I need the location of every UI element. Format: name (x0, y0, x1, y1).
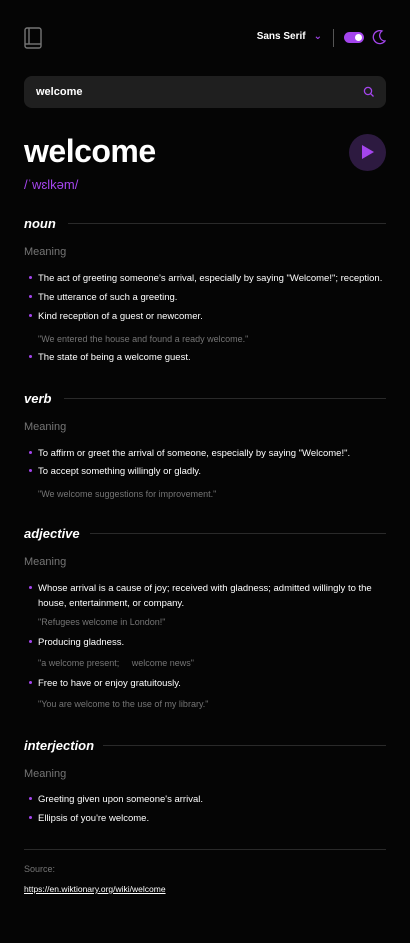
pos-divider (64, 398, 386, 399)
definition-example: "a welcome present; welcome news" (38, 658, 194, 668)
bullet (29, 681, 32, 684)
play-icon (362, 145, 374, 159)
definition: Kind reception of a guest or newcomer. (38, 311, 203, 322)
definition: To accept something willingly or gladly. (38, 466, 201, 477)
pos-divider (90, 533, 386, 534)
play-button[interactable] (349, 134, 386, 171)
definition: Whose arrival is a cause of joy; receive… (38, 583, 372, 609)
bullet (29, 640, 32, 643)
definition: Ellipsis of you're welcome. (38, 813, 150, 824)
toggle-knob (355, 34, 362, 41)
phonetic: /ˈwɛlkəm/ (24, 177, 79, 192)
pos-heading: noun (24, 216, 56, 231)
meaning-label: Meaning (24, 768, 67, 780)
definition: Greeting given upon someone's arrival. (38, 794, 203, 805)
meaning-label: Meaning (24, 246, 67, 258)
source-link[interactable]: https://en.wiktionary.org/wiki/welcome (24, 884, 166, 894)
header: Sans Serif ⌄ (24, 27, 386, 51)
bullet (29, 816, 32, 819)
theme-toggle[interactable] (344, 32, 364, 43)
pos-heading: verb (24, 391, 52, 406)
chevron-down-icon: ⌄ (313, 30, 322, 42)
source-divider (24, 849, 386, 850)
definition-example: "You are welcome to the use of my librar… (38, 699, 209, 709)
bullet (29, 469, 32, 472)
definition: The act of greeting someone’s arrival, e… (38, 273, 383, 284)
search-icon[interactable] (363, 86, 375, 98)
bullet (29, 276, 32, 279)
meaning-label: Meaning (24, 421, 67, 433)
pos-divider (68, 223, 386, 224)
definition: The state of being a welcome guest. (38, 352, 191, 363)
pos-heading: interjection (24, 738, 95, 753)
font-selector[interactable]: Sans Serif ⌄ (257, 31, 322, 42)
definition: To affirm or greet the arrival of someon… (38, 448, 351, 459)
bullet (29, 451, 32, 454)
moon-icon (372, 29, 386, 45)
bullet (29, 314, 32, 317)
definition: Free to have or enjoy gratuitously. (38, 678, 181, 689)
bullet (29, 295, 32, 298)
font-selector-label: Sans Serif (256, 31, 306, 42)
book-icon[interactable] (24, 27, 42, 49)
header-divider (333, 29, 334, 47)
search-bar (24, 76, 386, 108)
meaning-label: Meaning (24, 556, 67, 568)
word-title: welcome (24, 133, 156, 169)
definition: The utterance of such a greeting. (38, 292, 178, 303)
bullet (29, 586, 32, 589)
definition-example: "Refugees welcome in London!" (38, 617, 166, 627)
definition-example: "We welcome suggestions for improvement.… (38, 489, 217, 499)
definition: Producing gladness. (38, 637, 125, 648)
pos-divider (103, 745, 386, 746)
search-input[interactable] (36, 76, 356, 108)
bullet (29, 797, 32, 800)
pos-heading: adjective (24, 526, 80, 541)
bullet (29, 355, 32, 358)
definition-example: "We entered the house and found a ready … (38, 334, 249, 344)
source-label: Source: (24, 864, 56, 874)
